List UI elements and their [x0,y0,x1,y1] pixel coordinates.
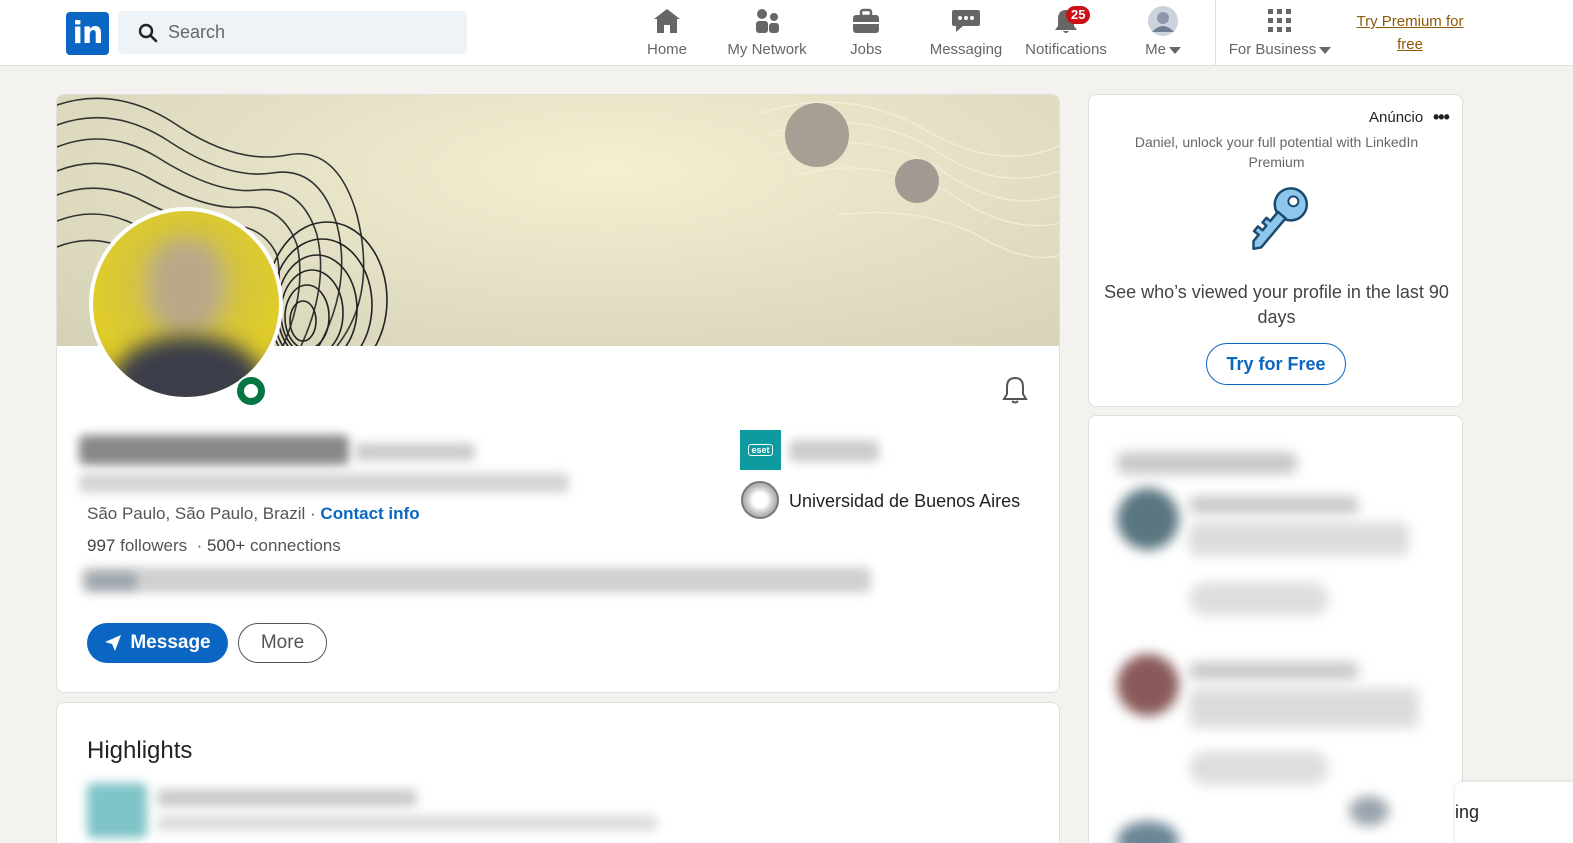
follow-bell-icon[interactable] [1000,375,1030,405]
highlight-title-redacted [157,789,417,807]
contact-info-link[interactable]: Contact info [320,504,419,523]
profile-headline-redacted [79,473,569,493]
people-also-viewed-card [1088,415,1463,843]
more-button[interactable]: More [238,623,327,663]
mutual-connections-redacted [81,567,871,593]
nav-jobs-label: Jobs [850,41,882,58]
search-input[interactable] [168,22,448,43]
notification-badge: 25 [1066,6,1091,24]
nav-my-network-label: My Network [727,41,807,58]
briefcase-icon [851,6,881,36]
person-headline-redacted [1189,522,1409,556]
person-avatar[interactable] [1117,821,1179,843]
highlights-title: Highlights [87,737,193,764]
connections-label[interactable]: connections [245,536,341,555]
nav-for-business-label: For Business [1228,41,1317,58]
open-to-work-badge [235,375,267,407]
nav-messaging-label: Messaging [929,41,1003,58]
nav-notifications[interactable]: 25 Notifications [1022,6,1110,62]
message-button[interactable]: Message [87,623,228,663]
nav-me-label-wrap: Me [1145,41,1181,58]
messaging-avatar-redacted [1349,796,1389,826]
nav-my-network[interactable]: My Network [721,6,813,62]
search-bar[interactable] [118,11,467,54]
chat-icon [951,6,981,36]
company-logo-text: eset [748,444,773,456]
nav-jobs[interactable]: Jobs [846,6,886,62]
nav-me[interactable]: Me [1140,6,1186,62]
global-nav: in Home My Network Jobs Messaging [0,0,1573,66]
nav-me-label: Me [1145,41,1166,58]
try-premium-link[interactable]: Try Premium for free [1342,10,1478,56]
university-logo[interactable] [741,481,779,519]
person-message-button[interactable] [1189,582,1329,616]
company-logo[interactable]: eset [740,430,781,470]
profile-location-row: São Paulo, São Paulo, Brazil · Contact i… [87,504,420,524]
profile-name-redacted [79,435,349,465]
grid-icon [1265,6,1295,36]
search-icon [138,23,158,42]
ad-label: Anúncio [1369,109,1424,126]
profile-pronouns-redacted [355,443,475,461]
nav-divider [1215,0,1216,66]
person-avatar[interactable] [1117,488,1179,550]
nav-home[interactable]: Home [642,6,692,62]
nav-notifications-label: Notifications [1025,41,1107,58]
nav-for-business[interactable]: For Business [1229,6,1332,62]
person-headline-redacted [1189,688,1419,728]
company-name-redacted [789,440,879,462]
ad-headline: See who’s viewed your profile in the las… [1104,282,1449,327]
person-avatar[interactable] [1117,654,1179,716]
message-button-label: Message [130,632,211,653]
messaging-overlay-bar[interactable]: ing [1455,782,1573,843]
highlight-text-redacted [157,815,657,831]
profile-location: São Paulo, São Paulo, Brazil [87,504,306,523]
more-button-label: More [260,632,305,653]
nav-home-label: Home [646,41,687,58]
nav-messaging[interactable]: Messaging [927,6,1005,62]
separator: · [305,504,321,523]
try-for-free-button[interactable]: Try for Free [1206,343,1346,385]
person-message-button[interactable] [1189,751,1329,785]
person-name-redacted[interactable] [1189,662,1359,680]
person-name-redacted[interactable] [1189,496,1359,514]
section-title-redacted [1117,452,1297,474]
profile-card: São Paulo, São Paulo, Brazil · Contact i… [56,94,1060,693]
highlights-card: Highlights [56,702,1060,843]
followers-label[interactable]: followers [115,536,187,555]
network-icon [752,6,782,36]
premium-ad-card: Anúncio ••• Daniel, unlock your full pot… [1088,94,1463,407]
followers-count: 997 [87,536,116,555]
avatar-icon [1148,6,1178,36]
profile-avatar[interactable] [89,207,283,401]
education-name[interactable]: Universidad de Buenos Aires [789,491,1020,512]
send-icon [105,635,122,651]
messaging-bar-label: ing [1455,802,1480,822]
nav-for-business-label-wrap: For Business [1229,41,1332,58]
ad-subtitle: Daniel, unlock your full potential with … [1134,134,1419,170]
profile-stats: 997 followers · 500+ connections [87,536,341,555]
home-icon [652,6,682,36]
connections-count: 500+ [207,536,246,555]
chevron-down-icon [1319,46,1332,54]
highlight-image-redacted [87,783,147,838]
key-icon [1252,187,1309,251]
linkedin-logo[interactable]: in [66,12,109,55]
chevron-down-icon [1168,46,1181,54]
mutual-avatars-redacted [87,573,137,589]
ad-menu-icon[interactable]: ••• [1433,107,1450,128]
